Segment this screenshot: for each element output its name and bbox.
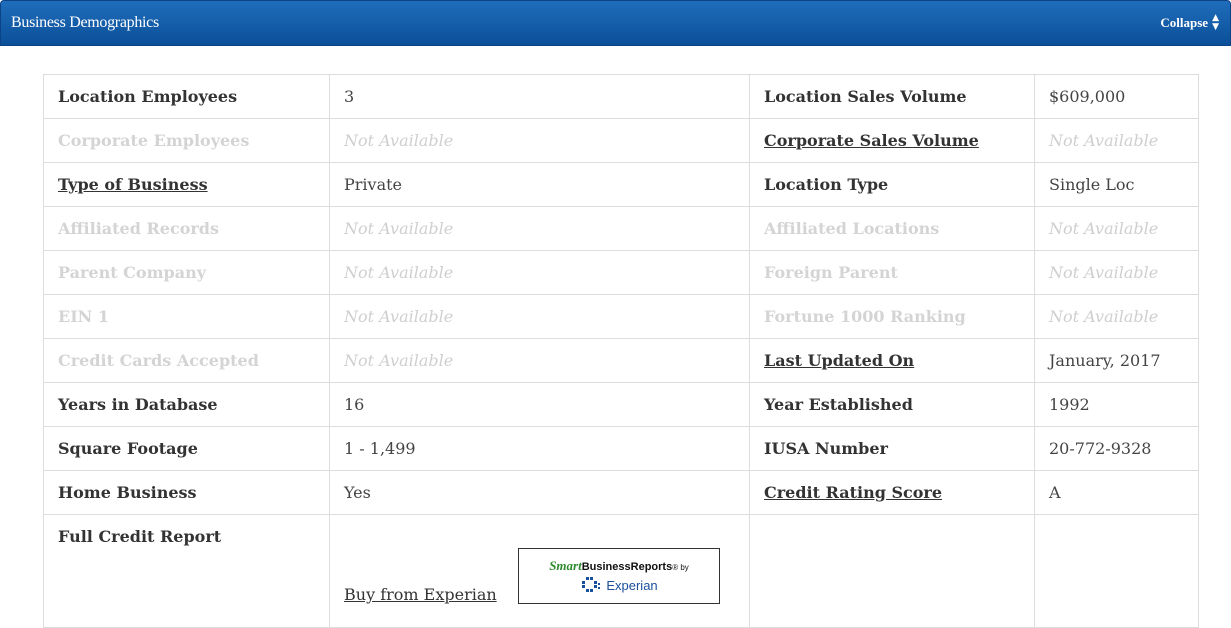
- table-row: Square Footage 1 - 1,499 IUSA Number 20-…: [43, 426, 1199, 471]
- label-fortune-1000-ranking: Fortune 1000 Ranking: [749, 294, 1035, 339]
- table-row: Home Business Yes Credit Rating Score A: [43, 470, 1199, 515]
- panel-title: Business Demographics: [11, 14, 159, 31]
- label-iusa-number: IUSA Number: [749, 426, 1035, 471]
- panel-header: Business Demographics Collapse ▲ ▼: [0, 0, 1231, 46]
- link-type-of-business[interactable]: Type of Business: [58, 175, 208, 194]
- empty-cell: [749, 514, 1035, 628]
- badge-experian-text: Experian: [606, 578, 658, 593]
- value-ein: Not Available: [329, 294, 750, 339]
- badge-title: SmartBusinessReports® by: [549, 558, 689, 574]
- experian-logo-icon: [582, 576, 601, 592]
- experian-logo: Experian: [580, 576, 658, 595]
- value-type-of-business: Private: [329, 162, 750, 207]
- label-years-in-database: Years in Database: [43, 382, 330, 427]
- label-location-employees: Location Employees: [43, 74, 330, 119]
- value-affiliated-locations: Not Available: [1034, 206, 1199, 251]
- value-location-sales-volume: $609,000: [1034, 74, 1199, 119]
- value-fortune-1000-ranking: Not Available: [1034, 294, 1199, 339]
- table-row: Parent Company Not Available Foreign Par…: [43, 250, 1199, 295]
- label-parent-company: Parent Company: [43, 250, 330, 295]
- value-last-updated-on: January, 2017: [1034, 338, 1199, 383]
- label-affiliated-locations: Affiliated Locations: [749, 206, 1035, 251]
- label-year-established: Year Established: [749, 382, 1035, 427]
- label-corporate-employees: Corporate Employees: [43, 118, 330, 163]
- badge-reports-text: BusinessReports: [581, 560, 673, 573]
- value-iusa-number: 20-772-9328: [1034, 426, 1199, 471]
- value-year-established: 1992: [1034, 382, 1199, 427]
- credit-report-cell: Buy from Experian SmartBusinessReports® …: [329, 514, 750, 628]
- value-corporate-employees: Not Available: [329, 118, 750, 163]
- table-row: Years in Database 16 Year Established 19…: [43, 382, 1199, 427]
- empty-cell: [1034, 514, 1199, 628]
- collapse-label: Collapse: [1160, 15, 1209, 30]
- value-location-employees: 3: [329, 74, 750, 119]
- value-home-business: Yes: [329, 470, 750, 515]
- label-home-business: Home Business: [43, 470, 330, 515]
- label-full-credit-report: Full Credit Report: [43, 514, 330, 628]
- smart-business-reports-badge[interactable]: SmartBusinessReports® by Experian: [518, 548, 720, 604]
- table-row: Corporate Employees Not Available Corpor…: [43, 118, 1199, 163]
- label-ein: EIN 1: [43, 294, 330, 339]
- value-location-type: Single Loc: [1034, 162, 1199, 207]
- value-foreign-parent: Not Available: [1034, 250, 1199, 295]
- label-location-type: Location Type: [749, 162, 1035, 207]
- table-row: Affiliated Records Not Available Affilia…: [43, 206, 1199, 251]
- link-last-updated-on[interactable]: Last Updated On: [764, 351, 914, 370]
- value-years-in-database: 16: [329, 382, 750, 427]
- buy-from-experian-link[interactable]: Buy from Experian: [344, 585, 497, 604]
- table-row: Type of Business Private Location Type S…: [43, 162, 1199, 207]
- link-corporate-sales-volume[interactable]: Corporate Sales Volume: [764, 131, 979, 150]
- value-parent-company: Not Available: [329, 250, 750, 295]
- sort-arrows-icon: ▲ ▼: [1212, 13, 1219, 32]
- label-affiliated-records: Affiliated Records: [43, 206, 330, 251]
- label-credit-cards-accepted: Credit Cards Accepted: [43, 338, 330, 383]
- label-square-footage: Square Footage: [43, 426, 330, 471]
- value-credit-rating-score: A: [1034, 470, 1199, 515]
- table-row: Location Employees 3 Location Sales Volu…: [43, 74, 1199, 119]
- value-corporate-sales-volume: Not Available: [1034, 118, 1199, 163]
- value-affiliated-records: Not Available: [329, 206, 750, 251]
- link-credit-rating-score[interactable]: Credit Rating Score: [764, 483, 942, 502]
- demographics-table: Location Employees 3 Location Sales Volu…: [43, 74, 1199, 628]
- collapse-button[interactable]: Collapse ▲ ▼: [1160, 14, 1219, 32]
- label-foreign-parent: Foreign Parent: [749, 250, 1035, 295]
- badge-by-text: ® by: [672, 562, 689, 572]
- value-credit-cards-accepted: Not Available: [329, 338, 750, 383]
- badge-smart-text: Smart: [549, 557, 582, 573]
- table-row: EIN 1 Not Available Fortune 1000 Ranking…: [43, 294, 1199, 339]
- label-location-sales-volume: Location Sales Volume: [749, 74, 1035, 119]
- table-row: Credit Cards Accepted Not Available Last…: [43, 338, 1199, 383]
- value-square-footage: 1 - 1,499: [329, 426, 750, 471]
- table-row: Full Credit Report Buy from Experian Sma…: [43, 514, 1199, 628]
